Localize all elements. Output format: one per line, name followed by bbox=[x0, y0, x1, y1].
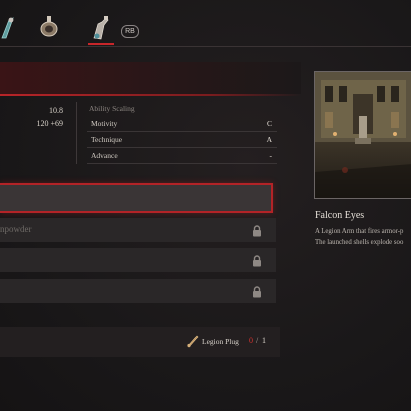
scaling-row-technique: Technique A bbox=[87, 132, 277, 148]
requirement-need-count: 1 bbox=[262, 336, 266, 345]
legion-plug-icon bbox=[186, 334, 200, 348]
item-preview-image bbox=[314, 71, 411, 199]
scaling-grade: A bbox=[266, 135, 272, 144]
slot-locked-2[interactable] bbox=[0, 248, 276, 272]
flask-arm-icon[interactable] bbox=[90, 14, 112, 40]
item-description-line-1: A Legion Arm that fires armor-p bbox=[315, 228, 404, 235]
ability-scaling-title: Ability Scaling bbox=[89, 104, 135, 113]
item-header-band bbox=[0, 62, 301, 94]
scaling-grade: C bbox=[266, 119, 272, 128]
scaling-row-advance: Advance - bbox=[87, 148, 277, 164]
header-underline bbox=[0, 94, 301, 96]
slot-selected[interactable] bbox=[0, 183, 273, 213]
legion-arm-icon[interactable] bbox=[0, 14, 22, 40]
category-tab-bar: RB bbox=[0, 0, 411, 46]
item-name: Falcon Eyes bbox=[315, 210, 365, 221]
item-description-line-2: The launched shells explode soo bbox=[315, 239, 404, 246]
scaling-label: Technique bbox=[91, 135, 123, 144]
rb-button-hint[interactable]: RB bbox=[121, 25, 139, 38]
amulet-icon[interactable] bbox=[38, 14, 60, 40]
lock-icon bbox=[252, 254, 262, 267]
scaling-grade: - bbox=[269, 151, 273, 160]
stat-value-2: 120 +69 bbox=[36, 119, 63, 128]
lock-icon bbox=[252, 285, 262, 298]
slot-label: npowder bbox=[0, 224, 32, 234]
upgrade-screen: RB 10.8 120 +69 Ability Scaling Motivity… bbox=[0, 0, 411, 411]
requirement-separator: / bbox=[256, 336, 259, 345]
scaling-label: Advance bbox=[91, 151, 118, 160]
active-tab-indicator bbox=[88, 43, 114, 45]
scaling-label: Motivity bbox=[91, 119, 118, 128]
stat-value-1: 10.8 bbox=[49, 106, 63, 115]
slot-locked-3[interactable] bbox=[0, 279, 276, 303]
scaling-row-motivity: Motivity C bbox=[87, 116, 277, 132]
lock-icon bbox=[252, 224, 262, 237]
topbar-divider bbox=[0, 46, 411, 47]
requirement-name: Legion Plug bbox=[202, 337, 239, 346]
requirement-have-count: 0 bbox=[249, 336, 253, 345]
stats-divider bbox=[76, 102, 77, 164]
slot-locked-1[interactable]: npowder bbox=[0, 218, 276, 242]
